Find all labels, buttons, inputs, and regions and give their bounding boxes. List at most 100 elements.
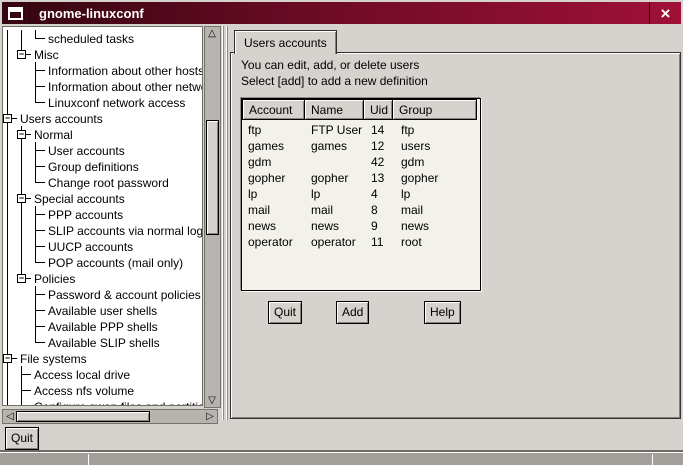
scroll-down-button[interactable]: ▽ bbox=[205, 394, 219, 407]
tree-guide bbox=[3, 222, 17, 238]
accounts-table-header: Account Name Uid Group bbox=[242, 99, 480, 120]
table-row[interactable]: ftpFTP User14ftp bbox=[242, 122, 480, 138]
column-header-uid[interactable]: Uid bbox=[363, 99, 393, 120]
tree-item[interactable]: Available PPP shells bbox=[3, 318, 202, 334]
collapse-icon[interactable]: − bbox=[17, 50, 26, 59]
tree-item-label: Access local drive bbox=[34, 368, 130, 382]
tree-item[interactable]: −Special accounts bbox=[3, 190, 202, 206]
tree-item[interactable]: UUCP accounts bbox=[3, 238, 202, 254]
tree-guide bbox=[17, 206, 31, 222]
tree-item[interactable]: Available user shells bbox=[3, 302, 202, 318]
vertical-scroll-thumb[interactable] bbox=[206, 120, 219, 235]
tree-guide bbox=[17, 254, 31, 270]
table-cell: gopher bbox=[242, 170, 305, 186]
tab-users-accounts[interactable]: Users accounts bbox=[234, 30, 337, 54]
quit-button[interactable]: Quit bbox=[268, 301, 302, 324]
main-quit-button[interactable]: Quit bbox=[5, 427, 39, 450]
window-title: gnome-linuxconf bbox=[39, 6, 144, 21]
table-cell bbox=[305, 154, 365, 170]
table-row[interactable]: gamesgames12users bbox=[242, 138, 480, 154]
table-cell: mail bbox=[395, 202, 480, 218]
tree-vertical-scrollbar[interactable]: △ ▽ bbox=[204, 26, 221, 408]
add-button[interactable]: Add bbox=[336, 301, 369, 324]
horizontal-scroll-thumb[interactable] bbox=[16, 411, 150, 422]
table-cell: news bbox=[395, 218, 480, 234]
tree-expander[interactable]: − bbox=[17, 46, 31, 62]
window-menu-button[interactable] bbox=[2, 2, 30, 24]
tree-item[interactable]: User accounts bbox=[3, 142, 202, 158]
table-row[interactable]: gophergopher13gopher bbox=[242, 170, 480, 186]
tree-guide bbox=[3, 94, 17, 110]
table-row[interactable]: gdm42gdm bbox=[242, 154, 480, 170]
tree-guide bbox=[31, 334, 45, 350]
table-row[interactable]: operatoroperator11root bbox=[242, 234, 480, 250]
tree-item[interactable]: −File systems bbox=[3, 350, 202, 366]
tree-guide bbox=[3, 46, 17, 62]
table-cell: 8 bbox=[365, 202, 395, 218]
tree-guide bbox=[3, 142, 17, 158]
tree-item[interactable]: −Users accounts bbox=[3, 110, 202, 126]
collapse-icon[interactable]: − bbox=[3, 354, 12, 363]
tree-expander[interactable]: − bbox=[17, 126, 31, 142]
tree-expander[interactable]: − bbox=[17, 270, 31, 286]
tree-guide bbox=[3, 382, 17, 398]
tree-item[interactable]: −Misc bbox=[3, 46, 202, 62]
tree-item[interactable]: Access nfs volume bbox=[3, 382, 202, 398]
tree-item[interactable]: SLIP accounts via normal login bbox=[3, 222, 202, 238]
tree-guide bbox=[17, 158, 31, 174]
tree-item[interactable]: Information about other hosts bbox=[3, 62, 202, 78]
scroll-right-button[interactable]: ▷ bbox=[203, 410, 217, 423]
tree-item[interactable]: Available SLIP shells bbox=[3, 334, 202, 350]
table-row[interactable]: lplp4lp bbox=[242, 186, 480, 202]
tree-item[interactable]: Configure swap files and partitions bbox=[3, 398, 202, 406]
tree-item[interactable]: −Policies bbox=[3, 270, 202, 286]
tree-expander[interactable]: − bbox=[3, 350, 17, 366]
tree-item[interactable]: Change root password bbox=[3, 174, 202, 190]
tree-guide bbox=[17, 302, 31, 318]
tree-item-label: Information about other hosts bbox=[48, 64, 203, 78]
tree-horizontal-scrollbar[interactable]: ◁ ▷ bbox=[2, 409, 218, 424]
column-header-account[interactable]: Account bbox=[242, 99, 305, 120]
collapse-icon[interactable]: − bbox=[17, 194, 26, 203]
collapse-icon[interactable]: − bbox=[17, 274, 26, 283]
tree-item[interactable]: scheduled tasks bbox=[3, 30, 202, 46]
collapse-icon[interactable]: − bbox=[17, 130, 26, 139]
tree-item[interactable]: PPP accounts bbox=[3, 206, 202, 222]
column-header-name[interactable]: Name bbox=[304, 99, 364, 120]
tree-item[interactable]: −Normal bbox=[3, 126, 202, 142]
tree-expander[interactable]: − bbox=[3, 110, 17, 126]
table-cell: 9 bbox=[365, 218, 395, 234]
table-cell: root bbox=[395, 234, 480, 250]
pane-divider[interactable] bbox=[222, 26, 230, 420]
tree-item[interactable]: Linuxconf network access bbox=[3, 94, 202, 110]
close-button[interactable]: × bbox=[649, 2, 681, 24]
table-cell: gdm bbox=[242, 154, 305, 170]
tree-item-label: Change root password bbox=[48, 176, 169, 190]
table-row[interactable]: mailmail8mail bbox=[242, 202, 480, 218]
tree-guide bbox=[17, 334, 31, 350]
tree-guide bbox=[3, 190, 17, 206]
tree-item[interactable]: Information about other networks bbox=[3, 78, 202, 94]
collapse-icon[interactable]: − bbox=[3, 114, 12, 123]
tree-guide bbox=[3, 62, 17, 78]
tree-item[interactable]: Group definitions bbox=[3, 158, 202, 174]
tree-item-label: scheduled tasks bbox=[48, 32, 134, 46]
tree-item[interactable]: Access local drive bbox=[3, 366, 202, 382]
tree-expander[interactable]: − bbox=[17, 190, 31, 206]
column-header-group[interactable]: Group bbox=[392, 99, 477, 120]
table-cell: games bbox=[242, 138, 305, 154]
tree-guide bbox=[3, 302, 17, 318]
scroll-left-button[interactable]: ◁ bbox=[3, 410, 17, 423]
tree-item-label: User accounts bbox=[48, 144, 125, 158]
tree-item[interactable]: Password & account policies bbox=[3, 286, 202, 302]
tree-item[interactable]: POP accounts (mail only) bbox=[3, 254, 202, 270]
table-cell: lp bbox=[242, 186, 305, 202]
tree-item-label: Information about other networks bbox=[48, 80, 203, 94]
tree-item-label: Group definitions bbox=[48, 160, 139, 174]
table-row[interactable]: newsnews9news bbox=[242, 218, 480, 234]
statusbar bbox=[0, 452, 683, 465]
intro-line-2: Select [add] to add a new definition bbox=[241, 73, 428, 89]
tree-item-label: Misc bbox=[34, 48, 59, 62]
scroll-up-button[interactable]: △ bbox=[205, 27, 219, 40]
help-button[interactable]: Help bbox=[424, 301, 461, 324]
